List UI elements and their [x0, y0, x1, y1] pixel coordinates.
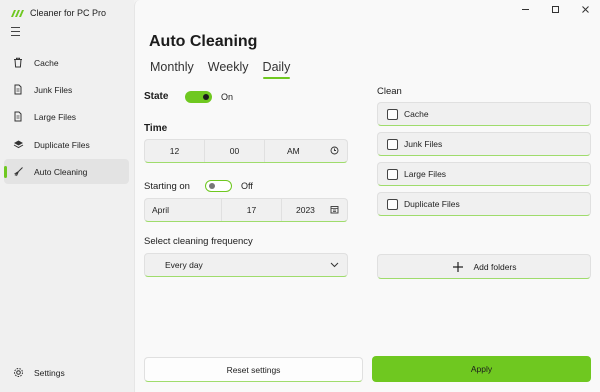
- clean-option-cache[interactable]: Cache: [377, 102, 591, 126]
- schedule-tabs: Monthly Weekly Daily: [150, 60, 304, 79]
- sidebar-item-label: Settings: [34, 367, 65, 378]
- menu-toggle-icon[interactable]: [11, 27, 23, 37]
- tab-weekly[interactable]: Weekly: [208, 60, 249, 77]
- sidebar-item-label: Auto Cleaning: [34, 166, 88, 177]
- close-icon[interactable]: [570, 0, 600, 18]
- sidebar-item-label: Junk Files: [34, 84, 73, 95]
- time-period-segment[interactable]: AM: [264, 140, 347, 162]
- maximize-icon[interactable]: [540, 0, 570, 18]
- date-year: 2023: [296, 205, 315, 215]
- file-icon: [10, 82, 26, 98]
- checkbox-icon: [387, 198, 398, 210]
- tab-monthly[interactable]: Monthly: [150, 60, 194, 77]
- starting-on-toggle[interactable]: [205, 180, 232, 192]
- starting-on-value: Off: [241, 181, 253, 191]
- layers-icon: [10, 137, 26, 153]
- date-picker[interactable]: April 17 2023: [144, 198, 348, 222]
- checkbox-icon: [387, 168, 398, 180]
- sidebar-item-cache[interactable]: Cache: [4, 50, 129, 75]
- clean-option-label: Large Files: [404, 169, 447, 179]
- broom-icon: [10, 164, 26, 180]
- page-title: Auto Cleaning: [149, 33, 258, 50]
- gear-icon: [10, 365, 26, 381]
- time-picker[interactable]: 12 00 AM: [144, 139, 348, 163]
- reset-settings-button[interactable]: Reset settings: [144, 357, 363, 382]
- sidebar-item-label: Cache: [34, 57, 59, 68]
- state-value: On: [221, 92, 234, 102]
- add-folders-label: Add folders: [473, 261, 517, 272]
- app-title: Cleaner for PC Pro: [30, 8, 107, 18]
- clean-label: Clean: [377, 86, 402, 97]
- frequency-value: Every day: [165, 260, 203, 270]
- chevron-down-icon: [330, 260, 339, 270]
- tab-daily[interactable]: Daily: [262, 60, 290, 79]
- main-panel: Auto Cleaning Monthly Weekly Daily State…: [134, 0, 600, 392]
- sidebar-item-junk-files[interactable]: Junk Files: [4, 77, 129, 102]
- app-window: Cleaner for PC Pro Cache Junk Files Larg…: [0, 0, 600, 392]
- starting-on-label: Starting on: [144, 181, 190, 192]
- add-folders-button[interactable]: Add folders: [377, 254, 591, 279]
- clean-option-label: Junk Files: [404, 139, 443, 149]
- time-period: AM: [287, 146, 300, 156]
- date-day[interactable]: 17: [221, 199, 281, 221]
- clean-option-label: Duplicate Files: [404, 199, 460, 209]
- plus-icon: [452, 261, 464, 273]
- app-logo-icon: [10, 8, 24, 18]
- date-year-segment[interactable]: 2023: [281, 199, 347, 221]
- sidebar-item-label: Duplicate Files: [34, 139, 90, 150]
- checkbox-icon: [387, 108, 398, 120]
- frequency-label: Select cleaning frequency: [144, 236, 253, 247]
- sidebar: Cleaner for PC Pro Cache Junk Files Larg…: [0, 0, 134, 392]
- sidebar-item-settings[interactable]: Settings: [4, 360, 129, 385]
- clean-option-duplicate-files[interactable]: Duplicate Files: [377, 192, 591, 216]
- time-hour[interactable]: 12: [145, 140, 204, 162]
- window-controls: [510, 0, 600, 18]
- apply-button[interactable]: Apply: [372, 356, 591, 382]
- time-label: Time: [144, 123, 168, 134]
- state-label: State: [144, 91, 169, 102]
- state-toggle[interactable]: [185, 91, 212, 103]
- sidebar-item-duplicate-files[interactable]: Duplicate Files: [4, 132, 129, 157]
- clean-option-junk-files[interactable]: Junk Files: [377, 132, 591, 156]
- clean-option-large-files[interactable]: Large Files: [377, 162, 591, 186]
- trash-icon: [10, 55, 26, 71]
- sidebar-item-label: Large Files: [34, 111, 77, 122]
- app-title-bar: Cleaner for PC Pro: [10, 6, 106, 20]
- clean-option-label: Cache: [404, 109, 429, 119]
- calendar-icon: [330, 205, 339, 216]
- sidebar-item-large-files[interactable]: Large Files: [4, 104, 129, 129]
- minimize-icon[interactable]: [510, 0, 540, 18]
- frequency-select[interactable]: Every day: [144, 253, 348, 277]
- file-icon: [10, 109, 26, 125]
- date-month[interactable]: April: [145, 199, 221, 221]
- time-minute[interactable]: 00: [204, 140, 264, 162]
- checkbox-icon: [387, 138, 398, 150]
- sidebar-item-auto-cleaning[interactable]: Auto Cleaning: [4, 159, 129, 184]
- clock-icon: [330, 146, 339, 157]
